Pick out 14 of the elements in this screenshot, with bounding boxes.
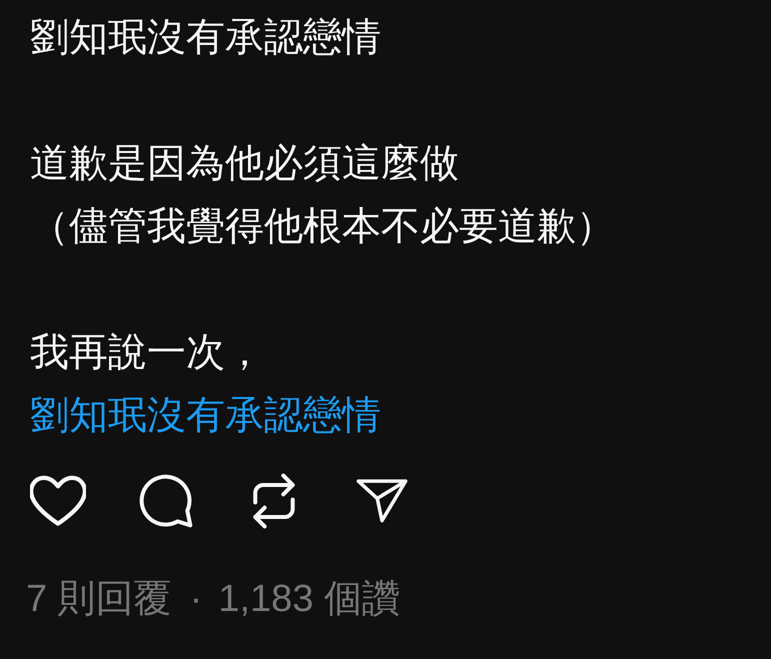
reply-button[interactable] <box>138 473 194 529</box>
reply-count-link[interactable]: 7 則回覆 <box>26 578 172 620</box>
repost-arrows-icon <box>251 471 297 531</box>
topic-link[interactable]: 劉知珉沒有承認戀情 <box>30 384 381 447</box>
speech-bubble-icon <box>139 474 193 528</box>
post-text-line: 劉知珉沒有承認戀情 <box>30 15 381 61</box>
heart-icon <box>30 475 86 527</box>
post-text-line: 我再說一次， <box>30 330 264 376</box>
separator: · <box>190 578 202 620</box>
post-text-line: （儘管我覺得他根本不必要道歉） <box>30 204 615 250</box>
paper-plane-icon <box>356 477 408 525</box>
post-text-line: 道歉是因為他必須這麼做 <box>30 141 459 187</box>
like-button[interactable] <box>30 473 86 529</box>
like-count-link[interactable]: 1,183 個讚 <box>218 578 400 620</box>
